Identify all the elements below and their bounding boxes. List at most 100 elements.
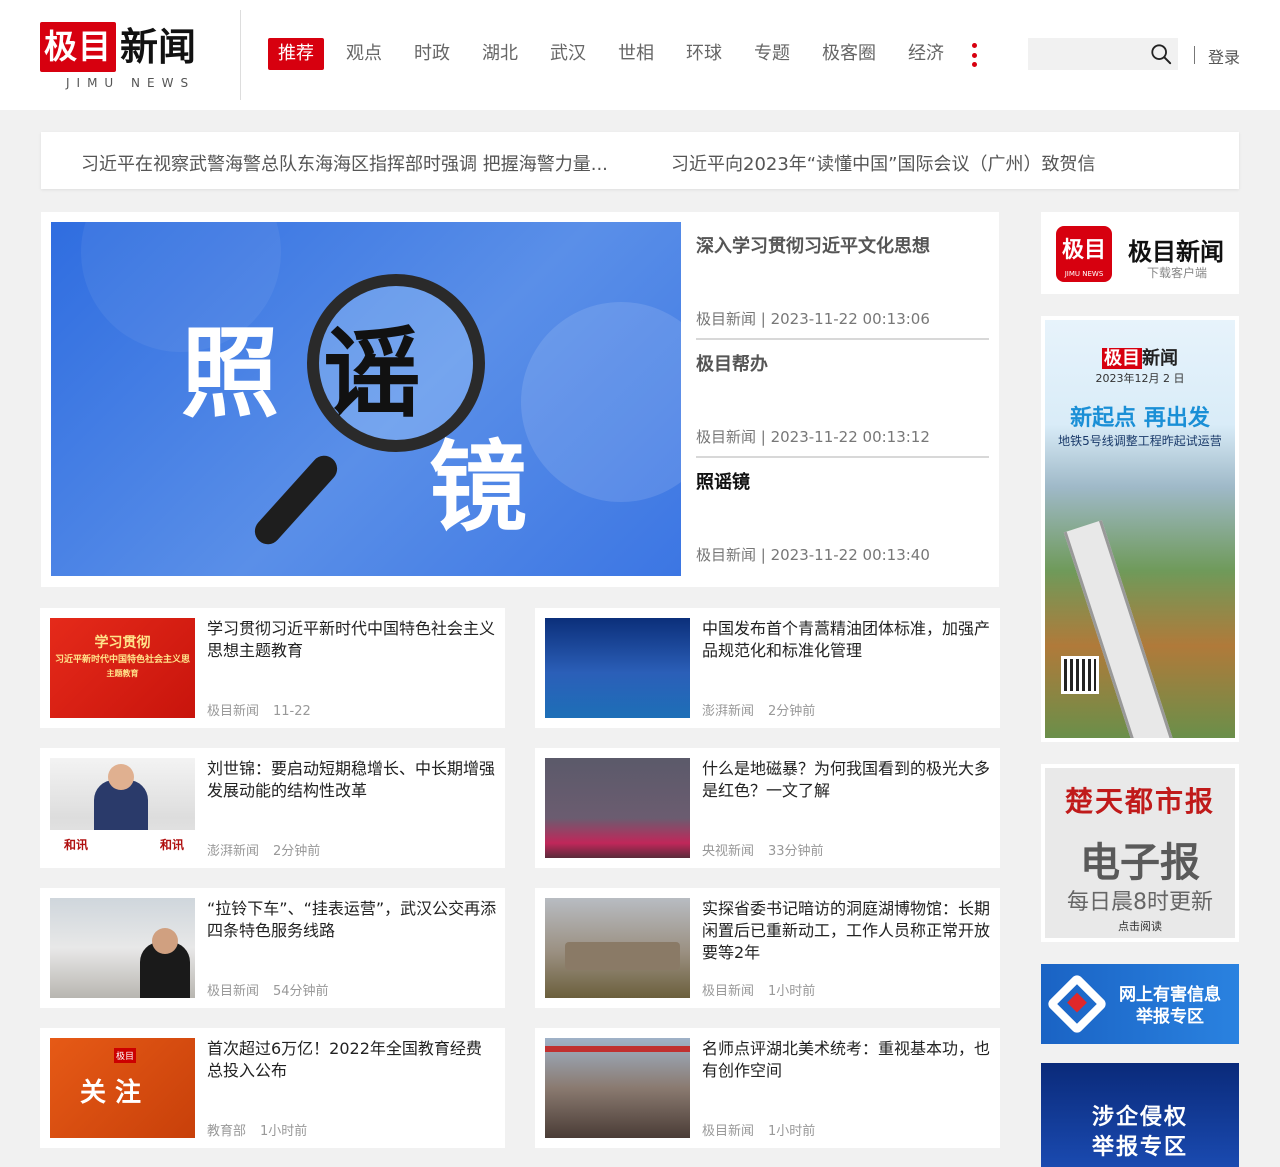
news-title[interactable]: 什么是地磁暴？为何我国看到的极光大多是红色？一文了解 (702, 758, 992, 802)
news-meta: 极目新闻 1小时前 (702, 980, 815, 999)
main-nav: 推荐 观点 时政 湖北 武汉 世相 环球 专题 极客圈 经济 (268, 38, 976, 70)
news-title[interactable]: 首次超过6万亿！2022年全国教育经费总投入公布 (207, 1038, 497, 1082)
featured-entry-title[interactable]: 深入学习贯彻习近平文化思想 (696, 232, 930, 258)
featured-entry-meta: 极目新闻 | 2023-11-22 00:13:06 (696, 310, 930, 328)
epaper-brand: 楚天都市报 (1064, 785, 1215, 818)
magnifier-handle (249, 450, 343, 550)
banner-text: 网上有害信息 举报专区 (1119, 985, 1221, 1027)
nav-item-world[interactable]: 环球 (686, 38, 722, 70)
nav-item-geek[interactable]: 极客圈 (822, 38, 876, 70)
news-title[interactable]: 学习贯彻习近平新时代中国特色社会主义思想主题教育 (207, 618, 497, 662)
news-time: 54分钟前 (273, 984, 329, 999)
poster-date: 2023年12月 2 日 (1095, 372, 1185, 385)
thumb-text: 极目 (114, 1048, 137, 1063)
news-meta: 极目新闻 54分钟前 (207, 980, 329, 999)
thumb-text: 主题教育 (106, 669, 139, 678)
news-time: 2分钟前 (768, 704, 816, 719)
harmful-info-report-banner[interactable]: 网上有害信息 举报专区 (1041, 964, 1239, 1044)
qr-code-icon (1061, 656, 1099, 694)
poster-headline: 新起点 再出发 (1070, 406, 1210, 431)
search-box (1028, 38, 1178, 70)
nav-item-special[interactable]: 专题 (754, 38, 790, 70)
news-thumbnail[interactable] (50, 898, 195, 998)
news-time: 1小时前 (768, 984, 816, 999)
news-thumbnail[interactable] (545, 898, 690, 998)
news-source: 极目新闻 (207, 984, 260, 999)
login-link[interactable]: 登录 (1208, 44, 1240, 68)
news-thumbnail[interactable] (545, 618, 690, 718)
featured-section: 照 谣 镜 深入学习贯彻习近平文化思想 极目新闻 | 2023-11-22 00… (41, 212, 999, 587)
headline-ticker: 习近平在视察武警海警总队东海海区指挥部时强调 把握海警力量... 习近平向202… (41, 132, 1239, 189)
featured-entry-title[interactable]: 极目帮办 (696, 350, 768, 376)
nav-item-economy[interactable]: 经济 (908, 38, 944, 70)
login-divider (1194, 46, 1195, 64)
nav-item-society[interactable]: 世相 (618, 38, 654, 70)
featured-list: 深入学习贯彻习近平文化思想 极目新闻 | 2023-11-22 00:13:06… (696, 222, 989, 576)
featured-image-char: 照 (181, 317, 280, 431)
news-source: 极目新闻 (702, 984, 755, 999)
news-thumbnail[interactable]: 极目 关 注 (50, 1038, 195, 1138)
epaper-subtitle: 每日晨8时更新 (1067, 890, 1213, 915)
ticker-item[interactable]: 习近平在视察武警海警总队东海海区指挥部时强调 把握海警力量... (81, 150, 621, 176)
epaper-title: 电子报 (1080, 840, 1200, 886)
thumb-text: 学习贯彻 (94, 635, 151, 651)
news-title[interactable]: 实探省委书记暗访的洞庭湖博物馆：长期闲置后已重新动工，工作人员称正常开放要等2年 (702, 898, 992, 964)
featured-image[interactable]: 照 谣 镜 (51, 222, 681, 576)
news-card: 学习贯彻 习近平新时代中国特色社会主义思 主题教育 学习贯彻习近平新时代中国特色… (40, 608, 505, 728)
epaper-read-link: 点击阅读 (1118, 920, 1162, 933)
featured-entry-meta: 极目新闻 | 2023-11-22 00:13:12 (696, 428, 930, 446)
news-source: 极目新闻 (207, 704, 260, 719)
news-source: 央视新闻 (702, 844, 755, 859)
news-thumbnail[interactable]: 和讯 和讯 (50, 758, 195, 858)
poster-rail (1063, 520, 1183, 738)
news-title[interactable]: 刘世锦：要启动短期稳增长、中长期增强发展动能的结构性改革 (207, 758, 497, 802)
thumb-text: 习近平新时代中国特色社会主义思 (54, 655, 190, 665)
search-icon[interactable] (1150, 43, 1172, 65)
app-download[interactable]: 极目 JIMU NEWS 极目新闻 下载客户端 (1041, 212, 1239, 294)
site-header: 极目 新闻 JIMU NEWS 推荐 观点 时政 湖北 武汉 世相 环球 专题 … (0, 0, 1280, 110)
app-download-label: 下载客户端 (1147, 266, 1208, 280)
nav-item-opinion[interactable]: 观点 (346, 38, 382, 70)
featured-entry-meta: 极目新闻 | 2023-11-22 00:13:40 (696, 546, 930, 564)
news-meta: 教育部 1小时前 (207, 1120, 307, 1139)
thumb-text: 关 注 (80, 1078, 142, 1108)
enterprise-infringement-report-banner[interactable]: 涉企侵权 举报专区 (1041, 1063, 1239, 1167)
more-menu-icon[interactable] (970, 43, 978, 67)
poster-logo: 极目 新闻 (1102, 348, 1178, 369)
news-title[interactable]: 中国发布首个青蒿精油团体标准，加强产品规范化和标准化管理 (702, 618, 992, 662)
news-time: 1小时前 (260, 1124, 308, 1139)
news-thumbnail[interactable] (545, 758, 690, 858)
news-source: 澎湃新闻 (702, 704, 755, 719)
featured-entry: 深入学习贯彻习近平文化思想 极目新闻 | 2023-11-22 00:13:06 (696, 222, 989, 340)
search-input[interactable] (1028, 38, 1146, 70)
nav-item-hubei[interactable]: 湖北 (482, 38, 518, 70)
featured-image-char: 谣 (323, 317, 422, 431)
news-card: 什么是地磁暴？为何我国看到的极光大多是红色？一文了解 央视新闻 33分钟前 (535, 748, 1000, 868)
nav-item-wuhan[interactable]: 武汉 (550, 38, 586, 70)
news-time: 33分钟前 (768, 844, 824, 859)
app-name: 极目新闻 (1128, 237, 1224, 266)
site-logo[interactable]: 极目 新闻 JIMU NEWS (40, 20, 220, 92)
thumb-text: 和讯 (64, 838, 89, 852)
epaper-link[interactable]: 楚天都市报 电子报 每日晨8时更新 点击阅读 (1041, 764, 1239, 942)
news-source: 极目新闻 (702, 1124, 755, 1139)
news-thumbnail[interactable]: 学习贯彻 习近平新时代中国特色社会主义思 主题教育 (50, 618, 195, 718)
featured-entry: 照谣镜 极目新闻 | 2023-11-22 00:13:40 (696, 458, 989, 576)
news-title[interactable]: 名师点评湖北美术统考：重视基本功，也有创作空间 (702, 1038, 992, 1082)
news-source: 澎湃新闻 (207, 844, 260, 859)
news-meta: 央视新闻 33分钟前 (702, 840, 824, 859)
promo-poster[interactable]: 极目 新闻 2023年12月 2 日 新起点 再出发 地铁5号线调整工程昨起试运营 (1041, 316, 1239, 742)
news-title[interactable]: “拉铃下车”、“挂表运营”，武汉公交再添四条特色服务线路 (207, 898, 497, 942)
ticker-item[interactable]: 习近平向2023年“读懂中国”国际会议（广州）致贺信 (671, 150, 1211, 176)
featured-entry-title[interactable]: 照谣镜 (696, 468, 750, 494)
news-meta: 极目新闻 11-22 (207, 700, 311, 719)
nav-item-recommend[interactable]: 推荐 (268, 38, 324, 70)
logo-subtitle: JIMU NEWS (66, 76, 196, 90)
featured-image-char: 镜 (429, 431, 528, 545)
news-thumbnail[interactable] (545, 1038, 690, 1138)
report-icon (1045, 972, 1109, 1036)
app-icon-subtext: JIMU NEWS (1064, 270, 1104, 278)
nav-item-politics[interactable]: 时政 (414, 38, 450, 70)
news-time: 1小时前 (768, 1124, 816, 1139)
news-meta: 澎湃新闻 2分钟前 (702, 700, 815, 719)
